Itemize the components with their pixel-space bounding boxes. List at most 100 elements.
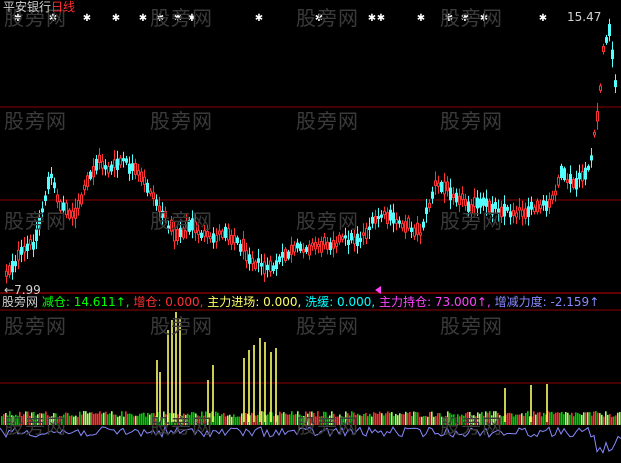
- candle-body: [425, 207, 428, 215]
- candle-body: [341, 236, 344, 240]
- candle-body: [131, 163, 134, 171]
- candle-body: [533, 206, 536, 213]
- indicator-bar-mark: [223, 412, 225, 425]
- candle-body: [137, 170, 140, 176]
- candle-body: [377, 216, 380, 220]
- indicator-bar-mark: [309, 411, 311, 425]
- candle-body: [587, 165, 590, 171]
- kline-chart[interactable]: ✱ ✱ ✱ ✱ ✱ ✱ ✱ ✱ ✱ ✱ ✱ ✱ ✱ ✱ ✱ ✱ ✱: [0, 0, 621, 463]
- indicator-bar-mark: [289, 414, 291, 425]
- candle-body: [464, 198, 467, 206]
- indicator-bar-mark: [451, 414, 453, 425]
- candle-body: [35, 229, 38, 242]
- signal-star-icon: ✱: [539, 13, 547, 24]
- candle-body: [281, 251, 284, 258]
- indicator-item: 主力持仓: 73.000↑,: [379, 295, 495, 309]
- indicator-bar-mark: [215, 411, 217, 425]
- indicator-bar-mark: [395, 413, 397, 425]
- indicator-bar-mark: [569, 414, 571, 425]
- candle-body: [338, 234, 341, 243]
- stock-name[interactable]: 平安银行: [3, 0, 51, 14]
- indicator-bar-mark: [541, 416, 543, 425]
- signal-star-icon: ✱: [377, 13, 385, 24]
- indicator-bar-mark: [411, 415, 413, 425]
- candle-body: [5, 270, 8, 277]
- indicator-bar-mark: [353, 412, 355, 425]
- indicator-bar-mark: [459, 416, 461, 425]
- indicator-bar-mark: [201, 411, 203, 425]
- indicator-bar-mark: [485, 411, 487, 425]
- candle-body: [581, 171, 584, 182]
- indicator-bar-mark: [85, 411, 87, 425]
- indicator-bar-mark: [73, 416, 75, 425]
- indicator-bar-mark: [379, 411, 381, 425]
- indicator-bar-mark: [119, 415, 121, 425]
- indicator-bar-mark: [281, 413, 283, 425]
- indicator-bar-mark: [601, 414, 603, 425]
- indicator-bar-mark: [113, 414, 115, 425]
- indicator-bar-mark: [15, 414, 17, 425]
- candle-body: [83, 184, 86, 191]
- indicator-bar-mark: [525, 412, 527, 425]
- candle-body: [320, 240, 323, 253]
- indicator-bar-mark: [597, 412, 599, 425]
- chart-period[interactable]: 日线: [51, 0, 75, 14]
- indicator-bar-mark: [473, 415, 475, 425]
- indicator-bar-mark: [231, 416, 233, 425]
- indicator-bar-mark: [489, 411, 491, 425]
- indicator-bar[interactable]: 股旁网 减仓: 14.611↑, 增仓: 0.000, 主力进场: 0.000,…: [2, 295, 599, 309]
- candle-body: [203, 230, 206, 237]
- indicator-bar-mark: [337, 416, 339, 425]
- candle-body: [101, 160, 104, 169]
- indicator-bar-mark: [41, 413, 43, 425]
- candle-body: [497, 208, 500, 213]
- candle-body: [467, 201, 470, 212]
- indicator-bar-mark: [563, 414, 565, 425]
- candle-body: [104, 165, 107, 170]
- indicator-bar-mark: [65, 412, 67, 425]
- indicator-bar-mark: [95, 413, 97, 425]
- indicator-bar-mark: [517, 414, 519, 425]
- indicator-bar-mark: [483, 415, 485, 425]
- indicator-bar-mark: [149, 414, 151, 425]
- indicator-bar-mark: [103, 412, 105, 425]
- indicator-bar-mark: [611, 416, 613, 425]
- indicator-bar-mark: [327, 416, 329, 425]
- indicator-bar-mark: [195, 413, 197, 425]
- indicator-bar-mark: [565, 412, 567, 425]
- candle-body: [317, 243, 320, 248]
- indicator-bar-mark: [335, 416, 337, 425]
- candle-body: [224, 226, 227, 238]
- candle-body: [308, 244, 311, 256]
- indicator-bar-mark: [43, 413, 45, 425]
- indicator-bar-mark: [293, 414, 295, 425]
- candle-body: [191, 218, 194, 231]
- indicator-bar-mark: [533, 411, 535, 425]
- candle-body: [32, 241, 35, 250]
- indicator-bar-mark: [407, 412, 409, 425]
- candle-body: [419, 232, 422, 236]
- candle-body: [113, 159, 116, 168]
- indicator-bar-mark: [497, 412, 499, 425]
- indicator-bar-mark: [205, 411, 207, 425]
- indicator-bar-mark: [479, 413, 481, 425]
- indicator-bar-mark: [343, 416, 345, 425]
- candle-body: [545, 201, 548, 211]
- indicator-bar-mark: [349, 415, 351, 425]
- candle-body: [167, 225, 170, 229]
- candle-body: [251, 257, 254, 265]
- indicator-bar-mark: [469, 411, 471, 425]
- candle-body: [455, 192, 458, 203]
- candle-body: [47, 176, 50, 190]
- candle-body: [56, 194, 59, 203]
- signal-star-icon: ✱: [480, 13, 488, 24]
- indicator-bar-mark: [257, 414, 259, 425]
- indicator-bar-mark: [399, 413, 401, 425]
- candle-body: [332, 240, 335, 249]
- indicator-bar-mark: [139, 413, 141, 425]
- candle-body: [242, 238, 245, 252]
- indicator-bar-mark: [401, 414, 403, 425]
- indicator-bar-mark: [63, 414, 65, 425]
- candle-body: [470, 204, 473, 214]
- indicator-bar-mark: [187, 413, 189, 425]
